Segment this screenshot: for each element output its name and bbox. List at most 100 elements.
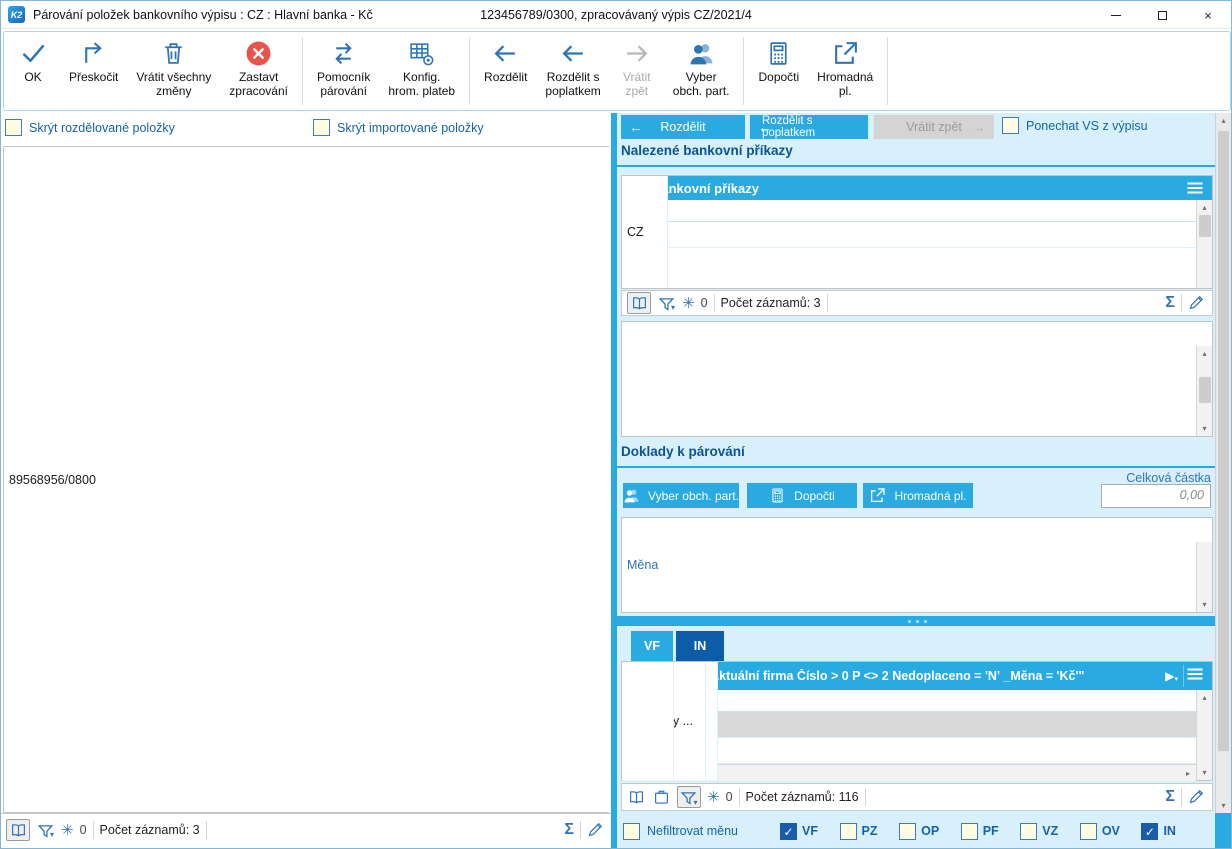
filter-icon[interactable]: ▾ (677, 786, 701, 808)
sum-icon[interactable]: Σ (564, 821, 574, 839)
scroll-up-icon[interactable]: ▴ (1216, 113, 1231, 128)
ok-button[interactable]: OK (6, 35, 60, 107)
rozdelit-s-poplatkem-button[interactable]: Rozdělit s poplatkem (536, 35, 609, 107)
checkbox-icon[interactable] (899, 822, 917, 840)
book-icon[interactable] (627, 788, 646, 806)
freeze-icon[interactable]: ✳ (682, 294, 695, 312)
checkbox-icon[interactable] (839, 822, 857, 840)
filter-icon[interactable]: ▾ (657, 294, 676, 312)
bank-orders-table: Bankovní příkazy K.ČísloSk.Částka SPČást… (621, 175, 1213, 289)
scroll-down-icon[interactable]: ▾ (1197, 765, 1213, 780)
book-icon[interactable] (627, 292, 651, 314)
type-filter-vf[interactable]: ✓ VF (780, 822, 818, 840)
table-row[interactable]: CZ117 142,5018 421,2006.09.202106.09.202… (622, 176, 1196, 288)
freeze-icon[interactable]: ✳ (61, 821, 74, 839)
horizontal-splitter[interactable] (617, 616, 1217, 626)
type-filter-pz[interactable]: PZ (839, 822, 878, 840)
book-icon[interactable] (6, 819, 30, 841)
hide-imported-checkbox[interactable]: Skrýt importované položky (313, 119, 484, 136)
keep-vs-checkbox[interactable]: Ponechat VS z výpisu (1002, 117, 1148, 134)
checkbox-icon[interactable]: ✓ (780, 822, 797, 840)
toolbar-button-label: Hromadná pl. (817, 70, 874, 99)
toolbar-button-label: Vyber obch. part. (672, 70, 730, 99)
toolbar-button-label: Zastavt zpracování (229, 70, 288, 99)
table-row[interactable]: 1PF2 117,50963VITANA (622, 322, 1212, 436)
konfig-hrom-plateb-button[interactable]: Konfig. hrom. plateb (379, 35, 464, 107)
tab-vf[interactable]: VF (631, 631, 673, 661)
edit-icon[interactable] (1188, 294, 1207, 312)
hromadna-pl-button[interactable]: Hromadná pl. (808, 35, 882, 107)
scroll-up-icon[interactable]: ▴ (1197, 346, 1213, 361)
arrow-right-icon: → (972, 119, 986, 135)
preskocit-button[interactable]: Přeskočit (60, 35, 127, 107)
checkbox-icon[interactable] (1020, 822, 1038, 840)
checkbox-icon[interactable] (1002, 117, 1019, 134)
dopocti-button[interactable]: Dopočti (749, 35, 808, 107)
scroll-down-icon[interactable]: ▾ (1197, 597, 1213, 612)
type-filter-in[interactable]: ✓ IN (1141, 822, 1176, 840)
pomocnik-parovani-button[interactable]: Pomocník párování (308, 35, 379, 107)
vertical-scrollbar[interactable]: ▴ ▾ (1196, 690, 1212, 780)
scroll-up-icon[interactable]: ▴ (1197, 690, 1213, 705)
filter-icon[interactable]: ▾ (36, 821, 55, 839)
freeze-icon[interactable]: ✳ (707, 788, 720, 806)
rozdelit-action-button[interactable]: ← Rozdělit (621, 115, 745, 139)
nefiltrovat-menu-checkbox[interactable]: Nefiltrovat měnu (623, 822, 738, 840)
close-button[interactable]: × (1185, 1, 1231, 29)
sum-icon[interactable]: Σ (1165, 294, 1175, 312)
scroll-up-icon[interactable]: ▴ (1197, 200, 1213, 215)
left-statusbar: ▾ ✳ 0 Počet záznamů: 3 Σ (1, 813, 611, 846)
edit-icon[interactable] (587, 821, 606, 839)
checkbox-icon[interactable] (313, 119, 330, 136)
statement-items-right-table: Položky bankovního výpisu Sk.TFakturaČás… (621, 321, 1213, 437)
window-title: Párování položek bankovního výpisu : CZ … (33, 7, 373, 22)
table-row[interactable]: 3ΣN-3 278,70Kč06.09.2021222389568956/080… (4, 147, 714, 812)
panel-scrollbar[interactable]: ▴ ▾ (1215, 113, 1231, 813)
vyber-obch-part-button[interactable]: Vyber obch. part. (664, 35, 739, 107)
minimize-button[interactable] (1093, 1, 1139, 29)
hromadna-pl-small-button[interactable]: Hromadná pl. (863, 483, 973, 508)
type-filter-label: IN (1163, 824, 1176, 838)
type-filter-ov[interactable]: OV (1079, 822, 1120, 840)
checkbox-icon[interactable] (5, 119, 22, 136)
checkbox-icon[interactable] (1079, 822, 1097, 840)
vratit-zpet-action-button[interactable]: Vrátit zpět → (874, 115, 994, 139)
type-filter-op[interactable]: OP (899, 822, 939, 840)
vratit-zpet-button[interactable]: Vrátit zpět (610, 35, 664, 107)
checkbox-icon[interactable]: ✓ (1141, 822, 1159, 840)
column-header[interactable]: Měna (622, 518, 1212, 612)
checkbox-icon[interactable] (960, 822, 978, 840)
vertical-scrollbar[interactable]: ▴ ▾ (1196, 346, 1212, 436)
dopocti-small-button[interactable]: Dopočti (747, 483, 857, 508)
rozdelit-s-poplatkem-action-button[interactable]: ← Rozdělit s poplatkem (750, 115, 868, 139)
calc-icon (765, 40, 792, 67)
type-filter-label: VZ (1042, 824, 1059, 838)
bend-icon (80, 40, 107, 67)
table-row[interactable]: 10/2021/17Potraviny ...4 275,004 275,00 (622, 662, 1196, 780)
toolbar-button-label: Rozdělit (484, 70, 528, 84)
checkbox-icon[interactable] (623, 822, 640, 840)
vratit-vsechny-zmeny-button[interactable]: Vrátit všechny změny (127, 35, 220, 107)
menu-icon[interactable] (1184, 665, 1206, 683)
total-amount-label: Celková částka (1126, 471, 1211, 485)
type-filter-pf[interactable]: PF (960, 822, 999, 840)
edit-icon[interactable] (1188, 788, 1207, 806)
scroll-down-icon[interactable]: ▾ (1197, 421, 1213, 436)
vyber-obch-part-small-button[interactable]: Vyber obch. part. (623, 483, 739, 508)
play-icon[interactable]: ▶▾ (1165, 669, 1178, 683)
archive-icon[interactable] (652, 788, 671, 806)
tab-in[interactable]: IN (676, 631, 724, 661)
scroll-down-icon[interactable]: ▾ (1216, 798, 1231, 813)
type-filter-vz[interactable]: VZ (1020, 822, 1059, 840)
zastavit-zpracovani-button[interactable]: Zastavt zpracování (220, 35, 297, 107)
vertical-scrollbar[interactable]: ▴ (1196, 200, 1212, 288)
maximize-button[interactable] (1139, 1, 1185, 29)
menu-icon[interactable] (1184, 179, 1206, 197)
scroll-right-icon[interactable]: ▸ (1180, 766, 1196, 781)
table-title: Bankovní příkazy (652, 180, 759, 196)
vertical-scrollbar[interactable]: ▾ (1196, 542, 1212, 612)
total-amount-input[interactable]: 0,00 (1101, 484, 1211, 508)
hide-split-checkbox[interactable]: Skrýt rozdělované položky (5, 119, 175, 136)
sum-icon[interactable]: Σ (1165, 788, 1175, 806)
rozdelit-button[interactable]: Rozdělit (475, 35, 536, 107)
